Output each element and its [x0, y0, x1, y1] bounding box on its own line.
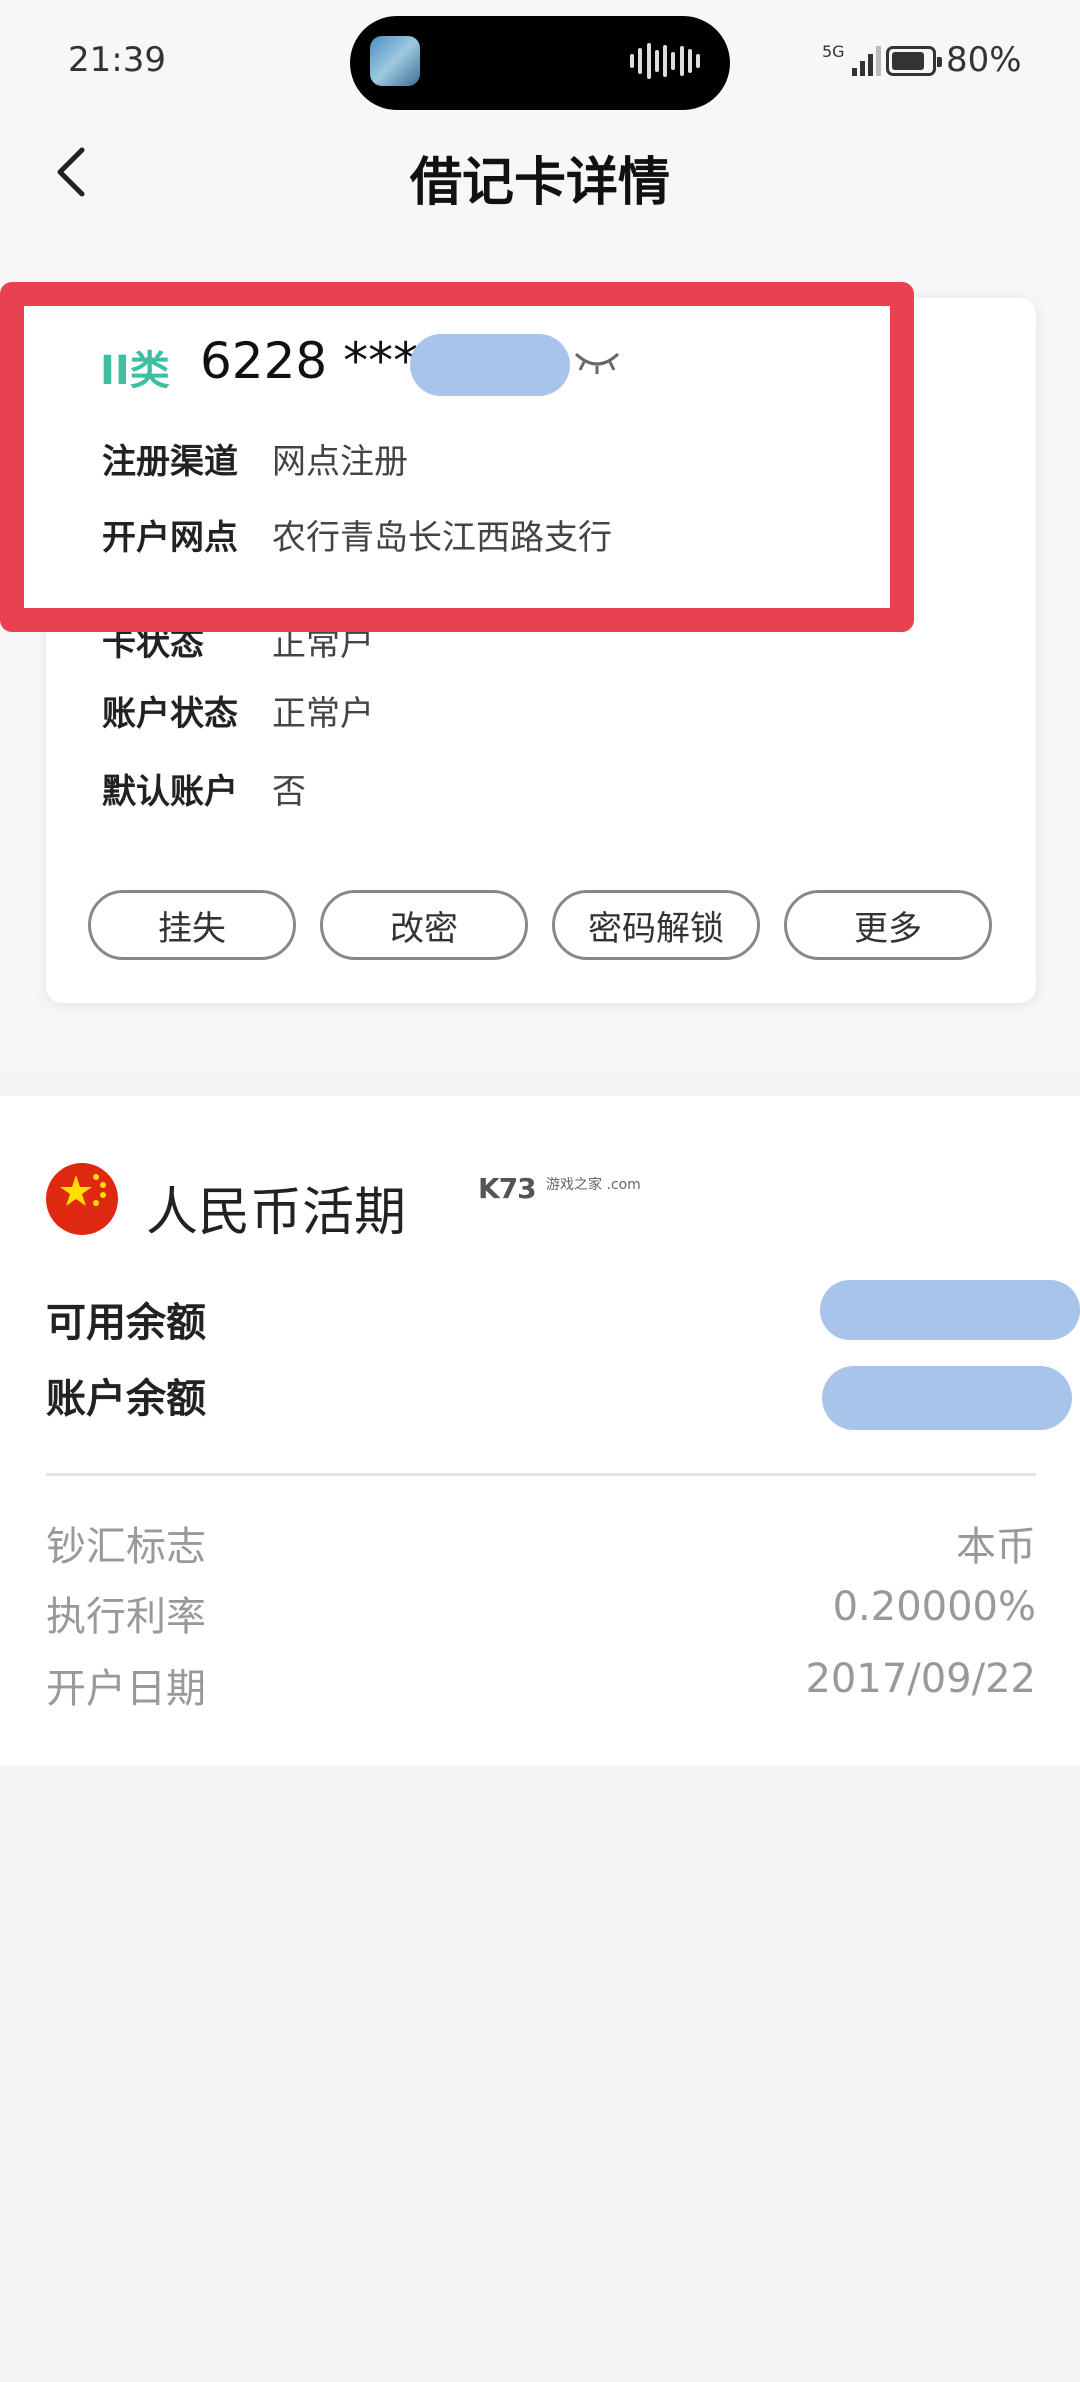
highlight-box: II类 6228 **** 注册渠道 网点注册 开户网点 农行青岛长江西路支行 [0, 282, 914, 632]
redacted-account-balance [822, 1366, 1072, 1430]
watermark-logo: K73 [478, 1172, 537, 1205]
detail-label-currency-flag: 钞汇标志 [46, 1524, 206, 1570]
field-value-account-status: 正常户 [272, 694, 374, 734]
detail-label-open-date: 开户日期 [46, 1666, 206, 1712]
battery-percent: 80% [946, 40, 1022, 80]
signal-icon [852, 44, 888, 76]
field-value-branch: 农行青岛长江西路支行 [272, 518, 612, 558]
change-password-button[interactable]: 改密 [320, 890, 528, 960]
field-label-default-account: 默认账户 [102, 772, 238, 812]
card-type-badge: II类 [100, 348, 170, 394]
field-value-default-account: 否 [272, 772, 306, 812]
field-label-reg-channel: 注册渠道 [102, 442, 238, 482]
detail-value-open-date: 2017/09/22 [805, 1656, 1036, 1702]
more-button[interactable]: 更多 [784, 890, 992, 960]
network-type: 5G [822, 42, 845, 61]
report-loss-button[interactable]: 挂失 [88, 890, 296, 960]
card-number: 6228 **** [200, 332, 444, 390]
status-time: 21:39 [68, 40, 166, 80]
battery-icon [886, 46, 942, 76]
page-title: 借记卡详情 [409, 153, 670, 213]
field-label-branch: 开户网点 [102, 518, 238, 558]
account-balance-label: 账户余额 [46, 1376, 206, 1422]
field-value-reg-channel: 网点注册 [272, 442, 408, 482]
watermark-subtext: 游戏之家 .com [546, 1177, 641, 1193]
eye-closed-icon[interactable] [572, 346, 622, 376]
detail-value-currency-flag: 本币 [956, 1524, 1036, 1570]
section-divider [46, 1473, 1036, 1476]
china-flag-icon [46, 1163, 118, 1235]
audio-wave-icon [630, 42, 700, 80]
available-balance-label: 可用余额 [46, 1300, 206, 1346]
redacted-available-balance [820, 1280, 1080, 1340]
unlock-password-button[interactable]: 密码解锁 [552, 890, 760, 960]
detail-label-interest-rate: 执行利率 [46, 1594, 206, 1640]
app-thumbnail-icon[interactable] [370, 36, 420, 86]
account-title: 人民币活期 [146, 1183, 407, 1243]
field-label-account-status: 账户状态 [102, 694, 238, 734]
redacted-card-digits [410, 334, 570, 396]
detail-value-interest-rate: 0.20000% [832, 1584, 1036, 1630]
